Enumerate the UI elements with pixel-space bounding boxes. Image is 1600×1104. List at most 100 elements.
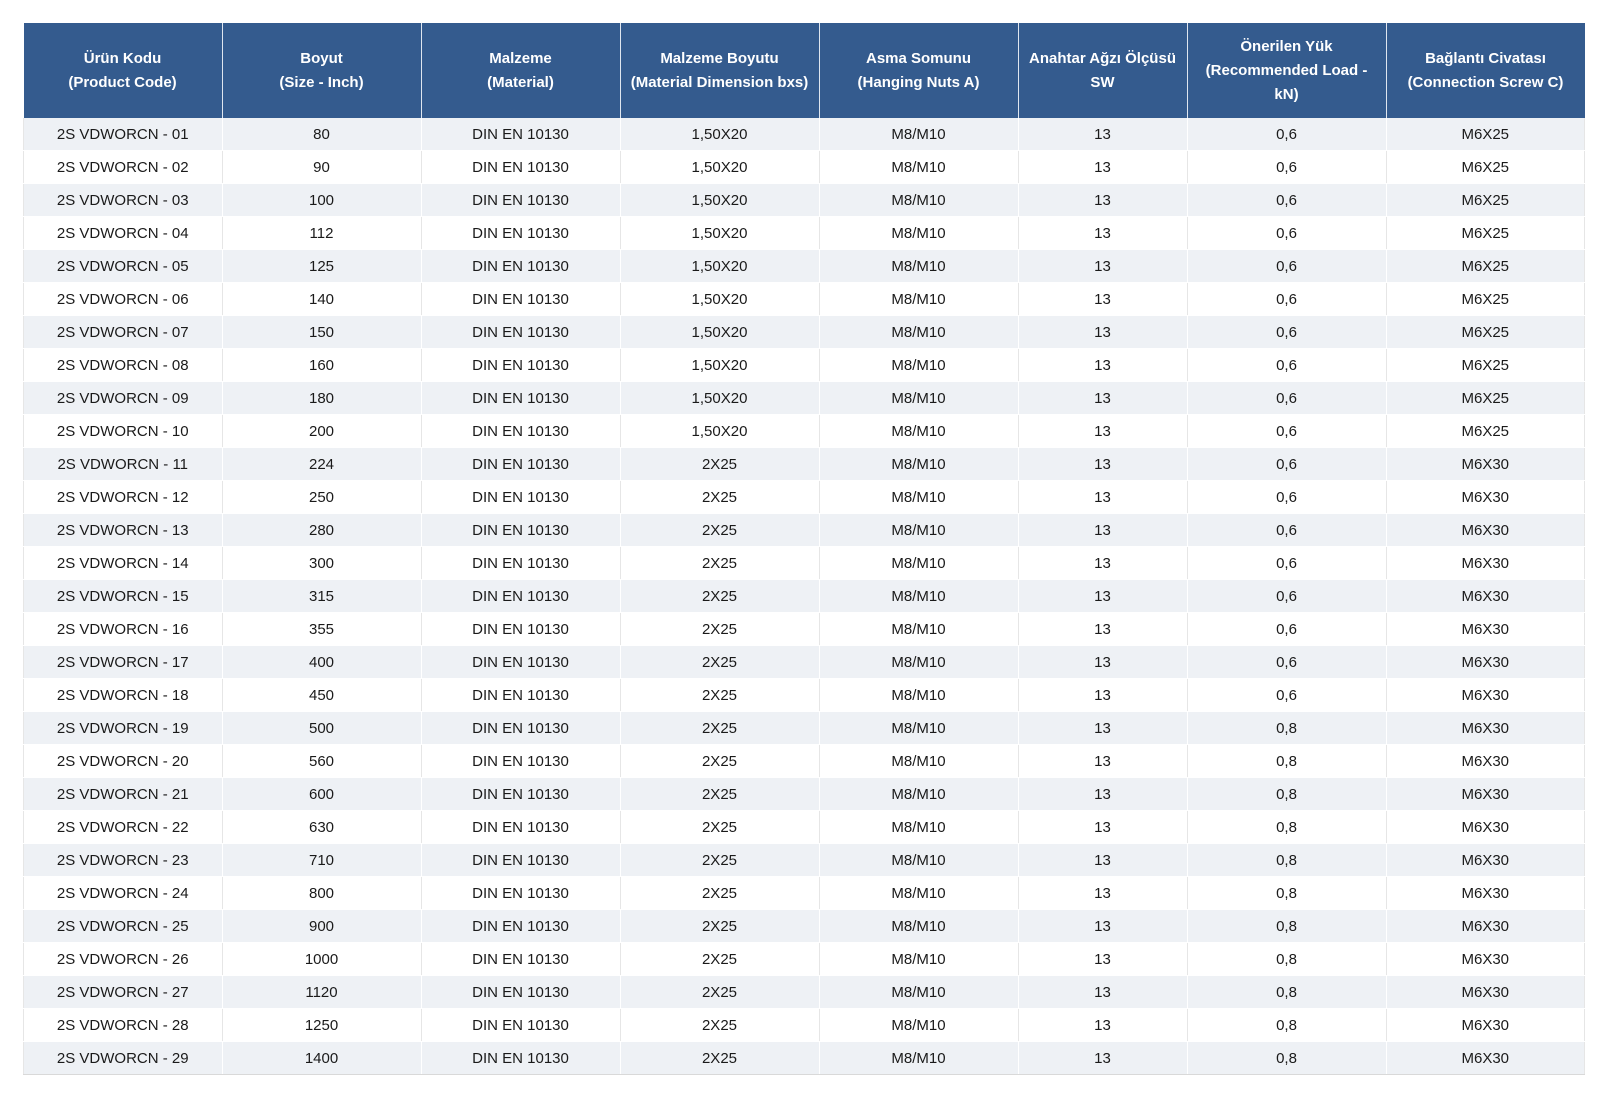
cell-size: 1000: [222, 942, 422, 976]
cell-product-code: 2S VDWORCN - 21: [23, 777, 223, 811]
table-row: 2S VDWORCN - 02 90 DIN EN 10130 1,50X20 M8/M…: [23, 150, 1585, 184]
header-line: (Hanging Nuts A): [857, 73, 980, 91]
cell-product-code: 2S VDWORCN - 15: [23, 579, 223, 613]
cell-material: DIN EN 10130: [421, 711, 621, 745]
header-material: Malzeme (Material): [421, 23, 621, 118]
cell-material: DIN EN 10130: [421, 1008, 621, 1042]
cell-wrench-size: 13: [1018, 909, 1188, 943]
cell-wrench-size: 13: [1018, 480, 1188, 514]
cell-hanging-nuts: M8/M10: [819, 612, 1019, 646]
cell-size: 140: [222, 282, 422, 316]
cell-connection-screw: M6X30: [1386, 975, 1585, 1009]
cell-recommended-load: 0,6: [1187, 414, 1387, 448]
cell-wrench-size: 13: [1018, 975, 1188, 1009]
table-row: 2S VDWORCN - 10 200 DIN EN 10130 1,50X20 M8/…: [23, 414, 1585, 448]
cell-hanging-nuts: M8/M10: [819, 150, 1019, 184]
cell-size: 315: [222, 579, 422, 613]
cell-material: DIN EN 10130: [421, 810, 621, 844]
cell-wrench-size: 13: [1018, 183, 1188, 217]
cell-recommended-load: 0,8: [1187, 711, 1387, 745]
cell-wrench-size: 13: [1018, 612, 1188, 646]
cell-wrench-size: 13: [1018, 744, 1188, 778]
cell-product-code: 2S VDWORCN - 12: [23, 480, 223, 514]
cell-wrench-size: 13: [1018, 118, 1188, 151]
cell-connection-screw: M6X25: [1386, 216, 1585, 250]
cell-connection-screw: M6X30: [1386, 1041, 1585, 1075]
cell-wrench-size: 13: [1018, 381, 1188, 415]
table-row: 2S VDWORCN - 06 140 DIN EN 10130 1,50X20 M8/…: [23, 282, 1585, 316]
cell-product-code: 2S VDWORCN - 09: [23, 381, 223, 415]
cell-wrench-size: 13: [1018, 876, 1188, 910]
cell-recommended-load: 0,8: [1187, 777, 1387, 811]
cell-recommended-load: 0,8: [1187, 942, 1387, 976]
header-line: (Recommended Load -: [1205, 61, 1368, 79]
table-row: 2S VDWORCN - 12 250 DIN EN 10130 2X25 M8/M10…: [23, 480, 1585, 514]
cell-wrench-size: 13: [1018, 1041, 1188, 1075]
table-row: 2S VDWORCN - 05 125 DIN EN 10130 1,50X20 M8/…: [23, 249, 1585, 283]
cell-recommended-load: 0,8: [1187, 843, 1387, 877]
header-product-code: Ürün Kodu (Product Code): [23, 23, 223, 118]
cell-recommended-load: 0,6: [1187, 513, 1387, 547]
cell-material: DIN EN 10130: [421, 249, 621, 283]
cell-size: 80: [222, 118, 422, 151]
table-row: 2S VDWORCN - 24 800 DIN EN 10130 2X25 M8/M10…: [23, 876, 1585, 910]
cell-material-dimension: 2X25: [620, 579, 820, 613]
cell-size: 1400: [222, 1041, 422, 1075]
cell-recommended-load: 0,6: [1187, 315, 1387, 349]
cell-hanging-nuts: M8/M10: [819, 216, 1019, 250]
cell-connection-screw: M6X30: [1386, 942, 1585, 976]
cell-material: DIN EN 10130: [421, 876, 621, 910]
table-row: 2S VDWORCN - 07 150 DIN EN 10130 1,50X20 M8/…: [23, 315, 1585, 349]
cell-recommended-load: 0,8: [1187, 909, 1387, 943]
cell-wrench-size: 13: [1018, 1008, 1188, 1042]
cell-material-dimension: 2X25: [620, 480, 820, 514]
cell-size: 1250: [222, 1008, 422, 1042]
cell-recommended-load: 0,6: [1187, 678, 1387, 712]
cell-wrench-size: 13: [1018, 216, 1188, 250]
cell-connection-screw: M6X30: [1386, 777, 1585, 811]
header-line: Boyut: [300, 49, 343, 67]
cell-wrench-size: 13: [1018, 678, 1188, 712]
header-size: Boyut (Size - Inch): [222, 23, 422, 118]
header-row: Ürün Kodu (Product Code) Boyut (Size - I…: [23, 23, 1585, 118]
cell-recommended-load: 0,6: [1187, 381, 1387, 415]
header-line: (Connection Screw C): [1407, 73, 1564, 91]
cell-material-dimension: 2X25: [620, 546, 820, 580]
cell-connection-screw: M6X30: [1386, 546, 1585, 580]
table-row: 2S VDWORCN - 15 315 DIN EN 10130 2X25 M8/M10…: [23, 579, 1585, 613]
cell-recommended-load: 0,8: [1187, 810, 1387, 844]
cell-product-code: 2S VDWORCN - 01: [23, 118, 223, 151]
cell-hanging-nuts: M8/M10: [819, 810, 1019, 844]
table-row: 2S VDWORCN - 26 1000 DIN EN 10130 2X25 M8/M1…: [23, 942, 1585, 976]
cell-material: DIN EN 10130: [421, 183, 621, 217]
product-table: Ürün Kodu (Product Code) Boyut (Size - I…: [23, 23, 1585, 1075]
cell-hanging-nuts: M8/M10: [819, 1041, 1019, 1075]
cell-product-code: 2S VDWORCN - 08: [23, 348, 223, 382]
cell-hanging-nuts: M8/M10: [819, 315, 1019, 349]
table-row: 2S VDWORCN - 13 280 DIN EN 10130 2X25 M8/M10…: [23, 513, 1585, 547]
cell-recommended-load: 0,8: [1187, 1041, 1387, 1075]
cell-connection-screw: M6X30: [1386, 711, 1585, 745]
cell-size: 710: [222, 843, 422, 877]
cell-wrench-size: 13: [1018, 315, 1188, 349]
cell-hanging-nuts: M8/M10: [819, 348, 1019, 382]
cell-material-dimension: 2X25: [620, 909, 820, 943]
cell-material-dimension: 2X25: [620, 975, 820, 1009]
cell-material: DIN EN 10130: [421, 150, 621, 184]
cell-material: DIN EN 10130: [421, 447, 621, 481]
cell-recommended-load: 0,6: [1187, 579, 1387, 613]
cell-hanging-nuts: M8/M10: [819, 711, 1019, 745]
cell-size: 100: [222, 183, 422, 217]
cell-product-code: 2S VDWORCN - 26: [23, 942, 223, 976]
cell-size: 450: [222, 678, 422, 712]
cell-material-dimension: 2X25: [620, 447, 820, 481]
cell-hanging-nuts: M8/M10: [819, 744, 1019, 778]
cell-product-code: 2S VDWORCN - 19: [23, 711, 223, 745]
cell-material: DIN EN 10130: [421, 414, 621, 448]
cell-hanging-nuts: M8/M10: [819, 513, 1019, 547]
cell-connection-screw: M6X30: [1386, 909, 1585, 943]
cell-material-dimension: 1,50X20: [620, 414, 820, 448]
cell-material-dimension: 1,50X20: [620, 315, 820, 349]
header-recommended-load: Önerilen Yük (Recommended Load - kN): [1187, 23, 1387, 118]
cell-hanging-nuts: M8/M10: [819, 447, 1019, 481]
